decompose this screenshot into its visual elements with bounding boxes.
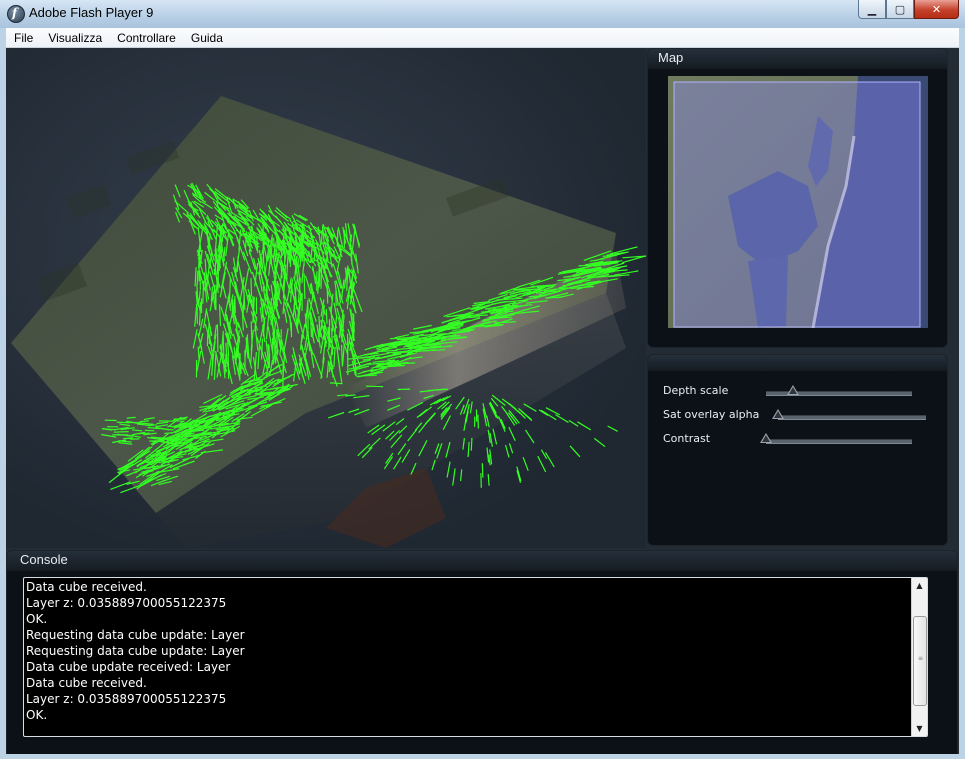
flash-player-icon: f bbox=[7, 5, 25, 23]
close-button[interactable]: ✕ bbox=[914, 0, 959, 19]
contrast-label: Contrast bbox=[663, 432, 711, 445]
console-line: Data cube received. bbox=[26, 676, 147, 690]
menu-file[interactable]: File bbox=[6, 31, 40, 45]
terrain-render bbox=[11, 96, 651, 548]
app-window: f Adobe Flash Player 9 ▁ ▢ ✕ File Visual… bbox=[0, 0, 965, 759]
console-output[interactable]: Data cube received. Layer z: 0.035889700… bbox=[23, 577, 928, 737]
sat-overlay-alpha-slider[interactable] bbox=[772, 409, 926, 420]
console-line: Requesting data cube update: Layer bbox=[26, 644, 245, 658]
contrast-slider[interactable] bbox=[760, 433, 912, 444]
depth-scale-label: Depth scale bbox=[663, 384, 729, 397]
console-line: Layer z: 0.035889700055122375 bbox=[26, 596, 227, 610]
menu-controllare[interactable]: Controllare bbox=[109, 31, 183, 45]
console-line: Requesting data cube update: Layer bbox=[26, 628, 245, 642]
maximize-button[interactable]: ▢ bbox=[886, 0, 914, 19]
console-line: Layer z: 0.035889700055122375 bbox=[26, 692, 227, 706]
menu-bar: File Visualizza Controllare Guida bbox=[6, 28, 959, 48]
map-viewport-overlay[interactable] bbox=[673, 81, 921, 328]
satellite-map[interactable] bbox=[668, 76, 928, 328]
scroll-up-icon[interactable]: ▲ bbox=[912, 578, 927, 593]
window-title: Adobe Flash Player 9 bbox=[29, 5, 154, 20]
depth-scale-thumb[interactable] bbox=[787, 385, 799, 395]
flash-content: Map Depth scale Sat overlay alpha Contra… bbox=[6, 48, 959, 754]
scroll-thumb[interactable]: ≡ bbox=[913, 616, 927, 706]
depth-scale-slider[interactable] bbox=[766, 385, 912, 396]
menu-guida[interactable]: Guida bbox=[183, 31, 230, 45]
map-panel: Map bbox=[647, 48, 948, 348]
sat-overlay-alpha-label: Sat overlay alpha bbox=[663, 408, 760, 421]
console-line: Data cube update received: Layer bbox=[26, 660, 231, 674]
console-line: Data cube received. bbox=[26, 580, 147, 594]
controls-panel: Depth scale Sat overlay alpha Contrast bbox=[647, 354, 948, 546]
map-panel-title: Map bbox=[648, 49, 947, 69]
sat-overlay-alpha-thumb[interactable] bbox=[772, 409, 784, 419]
console-scrollbar[interactable]: ▲ ≡ ▼ bbox=[911, 578, 927, 736]
console-line: OK. bbox=[26, 612, 48, 626]
title-bar[interactable]: f Adobe Flash Player 9 ▁ ▢ ✕ bbox=[0, 0, 965, 28]
console-panel: Console Data cube received. Layer z: 0.0… bbox=[6, 550, 958, 754]
3d-viewport[interactable] bbox=[6, 48, 651, 548]
minimize-button[interactable]: ▁ bbox=[858, 0, 886, 19]
contrast-thumb[interactable] bbox=[760, 433, 772, 443]
console-line: OK. bbox=[26, 708, 48, 722]
menu-visualizza[interactable]: Visualizza bbox=[40, 31, 109, 45]
console-title: Console bbox=[7, 551, 957, 571]
scroll-down-icon[interactable]: ▼ bbox=[912, 721, 927, 736]
